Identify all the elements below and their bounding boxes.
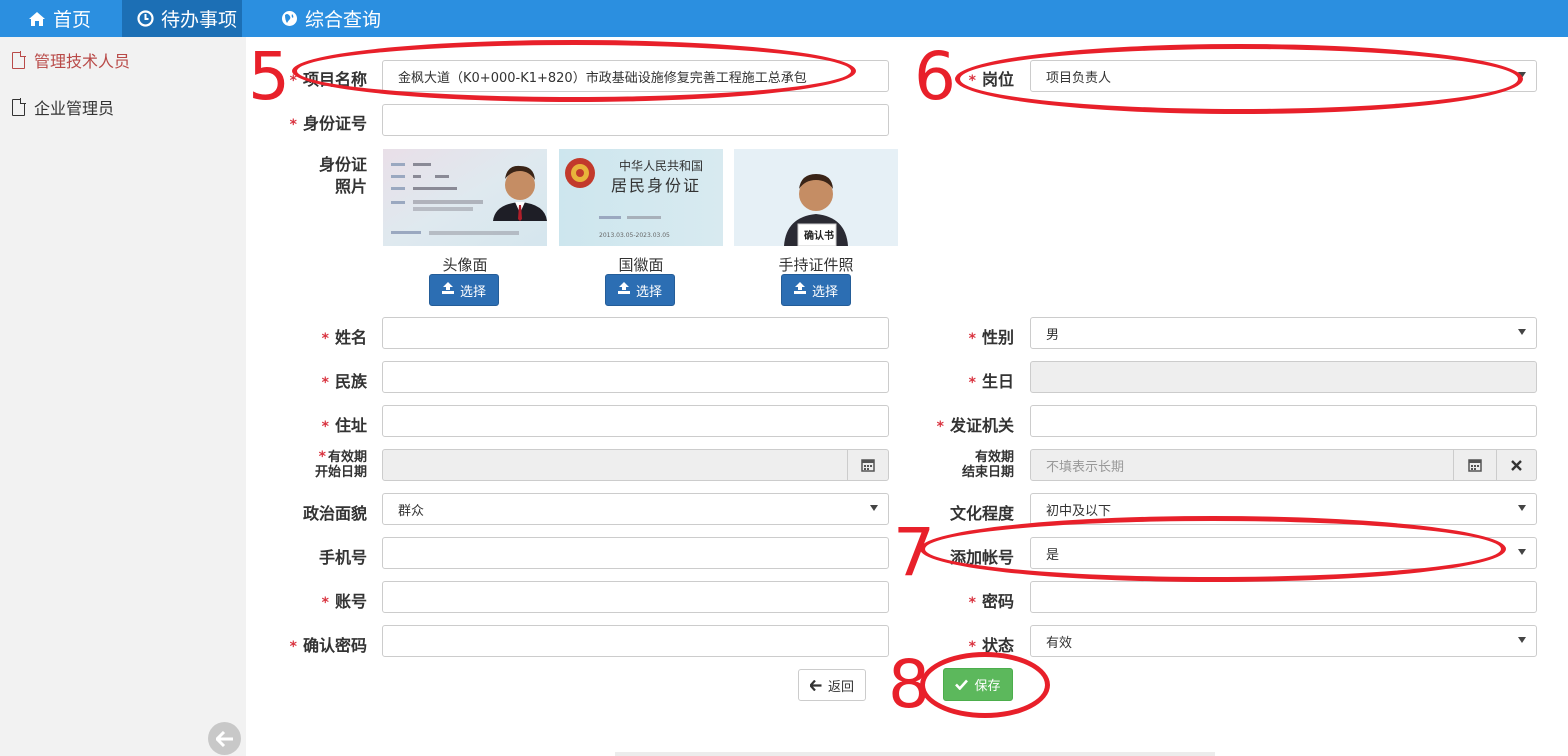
education-value: 初中及以下 bbox=[1046, 503, 1112, 519]
nav-home-label: 首页 bbox=[53, 9, 92, 31]
nav-query-label: 综合查询 bbox=[305, 9, 382, 31]
password-input[interactable] bbox=[1030, 581, 1537, 613]
annotation-number-6: 6 bbox=[914, 38, 956, 115]
choose-label: 选择 bbox=[635, 284, 662, 300]
confirm-password-label: * 确认密码 bbox=[289, 636, 367, 655]
gender-select[interactable]: 男 bbox=[1030, 317, 1537, 349]
annotation-ellipse-7 bbox=[920, 516, 1506, 582]
choose-front-photo-button[interactable]: 选择 bbox=[429, 274, 499, 306]
upload-icon bbox=[617, 282, 630, 298]
nav-home[interactable]: 首页 bbox=[0, 0, 122, 37]
political-label: 政治面貌 bbox=[302, 504, 367, 523]
valid-end-clear-button[interactable] bbox=[1496, 449, 1537, 481]
birthday-label: * 生日 bbox=[968, 372, 1014, 391]
id-back-title: 中华人民共和国 bbox=[619, 158, 703, 173]
chevron-down-icon bbox=[1518, 329, 1526, 335]
back-button[interactable]: 返回 bbox=[798, 669, 866, 701]
id-number-input[interactable] bbox=[382, 104, 889, 136]
choose-back-photo-button[interactable]: 选择 bbox=[605, 274, 675, 306]
id-photo-label: 身份证 照片 bbox=[318, 155, 367, 196]
nav-todo-label: 待办事项 bbox=[161, 9, 238, 31]
gender-value: 男 bbox=[1046, 327, 1060, 343]
phone-input[interactable] bbox=[382, 537, 889, 569]
id-back-subtitle: 居民身份证 bbox=[611, 176, 701, 195]
annotation-number-7: 7 bbox=[893, 514, 935, 591]
valid-start-calendar-button[interactable] bbox=[847, 449, 889, 481]
valid-end-calendar-button[interactable] bbox=[1453, 449, 1497, 481]
id-front-photo bbox=[383, 149, 547, 246]
sidebar-item-enterprise-admin[interactable]: 企业管理员 bbox=[0, 84, 246, 130]
valid-start-input[interactable] bbox=[382, 449, 848, 481]
arrow-left-icon bbox=[809, 679, 822, 691]
issuer-input[interactable] bbox=[1030, 405, 1537, 437]
upload-icon bbox=[793, 282, 806, 298]
choose-label: 选择 bbox=[459, 284, 486, 300]
sidebar-item-label: 管理技术人员 bbox=[34, 52, 131, 71]
home-icon bbox=[28, 10, 46, 28]
chevron-down-icon bbox=[870, 505, 878, 511]
annotation-number-5: 5 bbox=[248, 38, 290, 115]
account-label: * 账号 bbox=[321, 592, 367, 611]
id-back-date: 2013.03.05-2023.03.05 bbox=[599, 232, 670, 239]
nav-query[interactable]: 综合查询 bbox=[252, 0, 392, 37]
id-handheld-photo: 确认书 bbox=[734, 149, 898, 246]
chevron-down-icon bbox=[1518, 505, 1526, 511]
globe-icon bbox=[280, 10, 298, 28]
valid-end-input[interactable]: 不填表示长期 bbox=[1030, 449, 1454, 481]
valid-start-label: * 有效期 开始日期 bbox=[314, 449, 367, 481]
top-nav: 首页 待办事项 综合查询 bbox=[0, 0, 1568, 37]
status-value: 有效 bbox=[1046, 635, 1073, 651]
phone-label: 手机号 bbox=[318, 548, 367, 567]
education-label: 文化程度 bbox=[949, 504, 1014, 523]
issuer-label: * 发证机关 bbox=[936, 416, 1014, 435]
chevron-down-icon bbox=[1518, 549, 1526, 555]
collapse-sidebar-button[interactable] bbox=[208, 722, 241, 755]
name-input[interactable] bbox=[382, 317, 889, 349]
clock-icon bbox=[136, 10, 154, 28]
valid-end-label: 有效期 结束日期 bbox=[961, 450, 1014, 480]
back-label: 返回 bbox=[827, 679, 854, 695]
password-label: * 密码 bbox=[968, 592, 1014, 611]
political-select[interactable]: 群众 bbox=[382, 493, 889, 525]
annotation-ellipse-5 bbox=[292, 40, 856, 102]
photo-caption-front: 头像面 bbox=[442, 256, 488, 274]
sidebar-item-manage-tech[interactable]: 管理技术人员 bbox=[0, 37, 246, 83]
sidebar: 管理技术人员 企业管理员 bbox=[0, 37, 246, 756]
chevron-down-icon bbox=[1518, 637, 1526, 643]
choose-handheld-photo-button[interactable]: 选择 bbox=[781, 274, 851, 306]
nav-todo[interactable]: 待办事项 bbox=[122, 0, 242, 37]
sidebar-item-label: 企业管理员 bbox=[34, 99, 115, 118]
annotation-ellipse-6 bbox=[955, 44, 1523, 114]
gender-label: * 性别 bbox=[968, 328, 1014, 347]
political-value: 群众 bbox=[398, 503, 425, 519]
address-input[interactable] bbox=[382, 405, 889, 437]
confirm-password-input[interactable] bbox=[382, 625, 889, 657]
ethnicity-label: * 民族 bbox=[321, 372, 367, 391]
birthday-input bbox=[1030, 361, 1537, 393]
name-label: * 姓名 bbox=[321, 328, 367, 347]
id-hold-text: 确认书 bbox=[804, 229, 834, 242]
account-input[interactable] bbox=[382, 581, 889, 613]
upload-icon bbox=[441, 282, 454, 298]
photo-caption-handheld: 手持证件照 bbox=[778, 256, 854, 274]
footer-divider bbox=[615, 752, 1215, 756]
photo-caption-back: 国徽面 bbox=[618, 256, 664, 274]
status-select[interactable]: 有效 bbox=[1030, 625, 1537, 657]
annotation-number-8: 8 bbox=[888, 646, 930, 723]
choose-label: 选择 bbox=[811, 284, 838, 300]
document-icon bbox=[12, 50, 26, 69]
close-icon bbox=[1511, 459, 1522, 471]
id-back-photo: 中华人民共和国 居民身份证 2013.03.05-2023.03.05 bbox=[559, 149, 723, 246]
calendar-icon bbox=[861, 459, 875, 472]
valid-end-placeholder: 不填表示长期 bbox=[1046, 459, 1125, 475]
document-icon bbox=[12, 97, 26, 116]
calendar-icon bbox=[1468, 459, 1482, 472]
ethnicity-input[interactable] bbox=[382, 361, 889, 393]
arrow-left-icon bbox=[215, 730, 233, 747]
annotation-ellipse-8 bbox=[920, 652, 1050, 718]
address-label: * 住址 bbox=[321, 416, 367, 435]
